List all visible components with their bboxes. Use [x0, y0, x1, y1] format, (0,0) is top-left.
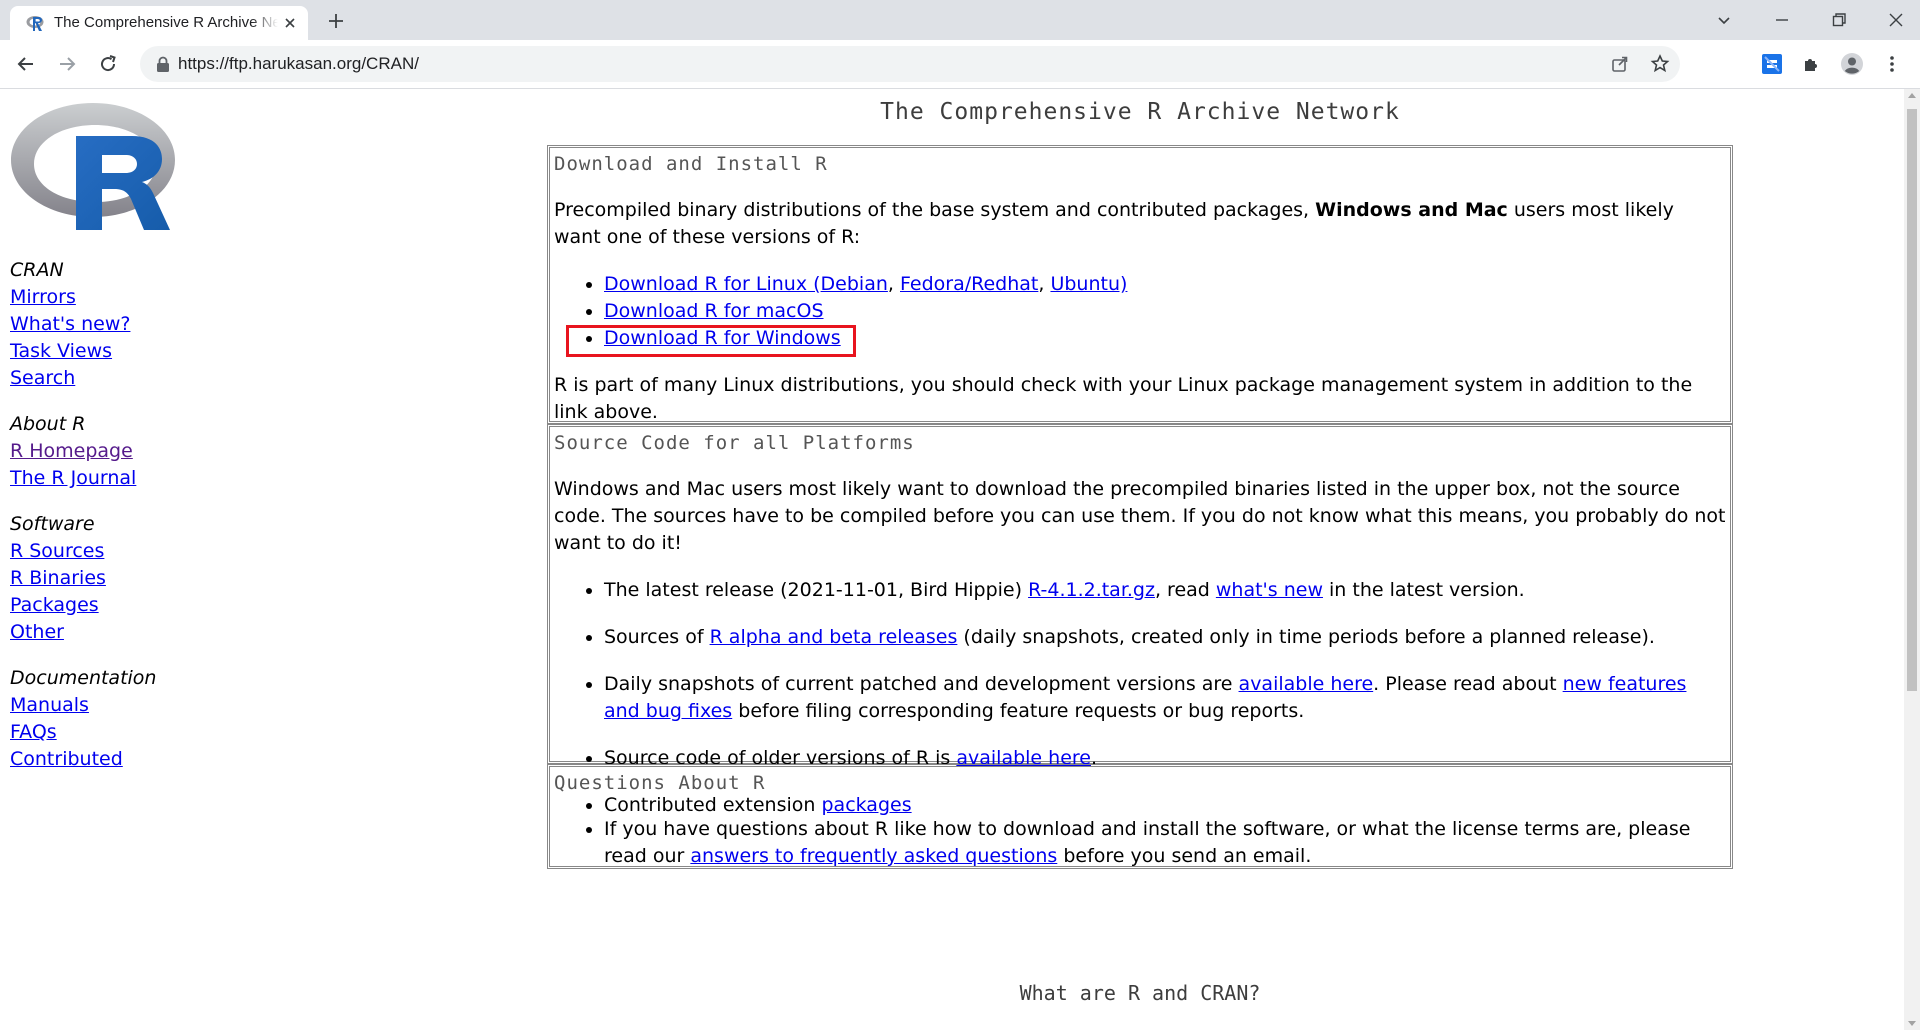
snapshots-available-link[interactable]: available here	[1239, 673, 1374, 695]
alpha-beta-link[interactable]: R alpha and beta releases	[710, 626, 958, 648]
page-title: The Comprehensive R Archive Network	[880, 99, 1400, 125]
sidebar-link-mirrors[interactable]: Mirrors	[10, 284, 156, 311]
sidebar-link-search[interactable]: Search	[10, 365, 156, 392]
sidebar-link-r-binaries[interactable]: R Binaries	[10, 565, 156, 592]
share-icon[interactable]	[1608, 52, 1632, 76]
list-item: Download R for macOS	[604, 298, 1726, 325]
sidebar-link-contributed[interactable]: Contributed	[10, 746, 156, 773]
restore-icon[interactable]	[1827, 8, 1851, 32]
scroll-down-arrow-icon[interactable]	[1908, 1021, 1916, 1026]
scroll-up-arrow-icon[interactable]	[1908, 93, 1916, 98]
sidebar-link-other[interactable]: Other	[10, 619, 156, 646]
back-arrow-icon[interactable]	[14, 52, 38, 76]
download-note: R is part of many Linux distributions, y…	[554, 374, 1693, 423]
sidebar-link-whats-new[interactable]: What's new?	[10, 311, 156, 338]
scrollbar-thumb[interactable]	[1907, 109, 1917, 691]
list-item: The latest release (2021-11-01, Bird Hip…	[604, 577, 1726, 604]
linux-open-paren[interactable]: (	[807, 273, 820, 295]
sidebar-link-packages[interactable]: Packages	[10, 592, 156, 619]
address-bar[interactable]: https://ftp.harukasan.org/CRAN/	[140, 46, 1680, 82]
tab-strip: The Comprehensive R Archive Network	[0, 0, 1920, 40]
sidebar-link-task-views[interactable]: Task Views	[10, 338, 156, 365]
sidebar-group-cran: CRAN Mirrors What's new? Task Views Sear…	[10, 257, 156, 392]
item-text: . Please read about	[1373, 673, 1563, 695]
item-text: in the latest version.	[1322, 579, 1525, 601]
item-text: (daily snapshots, created only in time p…	[957, 626, 1655, 648]
extensions-puzzle-icon[interactable]	[1800, 52, 1824, 76]
source-section: Source Code for all Platforms Windows an…	[547, 424, 1733, 816]
sidebar-group-software: Software R Sources R Binaries Packages O…	[10, 511, 156, 646]
reload-icon[interactable]	[96, 52, 120, 76]
item-text: before filing corresponding feature requ…	[732, 700, 1305, 722]
item-text: , read	[1154, 579, 1216, 601]
browser-tab[interactable]: The Comprehensive R Archive Network	[10, 6, 308, 40]
item-text: before you send an email.	[1057, 845, 1312, 867]
sidebar-heading: CRAN	[10, 259, 64, 281]
scrollbar[interactable]	[1904, 89, 1920, 1030]
intro-text: Precompiled binary distributions of the …	[554, 199, 1316, 221]
menu-kebab-icon[interactable]	[1880, 52, 1904, 76]
sidebar-heading: Software	[10, 513, 95, 535]
list-item: Download R for Linux (Debian, Fedora/Red…	[604, 271, 1726, 298]
questions-heading: Questions About R	[554, 772, 766, 794]
close-window-icon[interactable]	[1884, 8, 1908, 32]
browser-toolbar: https://ftp.harukasan.org/CRAN/	[0, 40, 1920, 89]
item-text: The latest release (2021-11-01, Bird Hip…	[604, 579, 1029, 601]
intro-bold-text: Windows and Mac	[1315, 199, 1508, 221]
annotation-highlight	[566, 325, 856, 357]
r-tarball-link[interactable]: R-4.1.2.tar.gz	[1028, 579, 1155, 601]
r-logo-icon[interactable]	[10, 101, 176, 232]
sidebar-nav: CRAN Mirrors What's new? Task Views Sear…	[10, 257, 156, 792]
separator: ,	[1038, 273, 1051, 295]
download-linux-link[interactable]: Download R for Linux	[604, 273, 807, 295]
source-intro: Windows and Mac users most likely want t…	[554, 478, 1726, 554]
questions-section: Questions About R If you have questions …	[547, 764, 1733, 869]
whats-new-link[interactable]: what's new	[1216, 579, 1323, 601]
sidebar-link-r-sources[interactable]: R Sources	[10, 538, 156, 565]
sidebar-link-r-journal[interactable]: The R Journal	[10, 465, 156, 492]
sidebar-link-r-homepage[interactable]: R Homepage	[10, 438, 156, 465]
tab-title: The Comprehensive R Archive Network	[54, 14, 278, 31]
download-heading: Download and Install R	[554, 153, 828, 175]
extension-app-icon[interactable]	[1760, 52, 1784, 76]
ubuntu-link[interactable]: Ubuntu)	[1050, 273, 1127, 295]
item-text: Daily snapshots of current patched and d…	[604, 673, 1239, 695]
bookmark-star-icon[interactable]	[1648, 52, 1672, 76]
download-macos-link[interactable]: Download R for macOS	[604, 300, 824, 322]
debian-link[interactable]: Debian	[821, 273, 888, 295]
sidebar-group-documentation: Documentation Manuals FAQs Contributed	[10, 665, 156, 773]
new-tab-icon[interactable]	[324, 9, 348, 33]
fedora-link[interactable]: Fedora/Redhat	[900, 273, 1038, 295]
download-intro: Precompiled binary distributions of the …	[554, 197, 1726, 251]
list-item: If you have questions about R like how t…	[604, 816, 1726, 870]
r-favicon-icon	[26, 16, 44, 31]
item-text: Sources of	[604, 626, 710, 648]
sidebar-link-faqs[interactable]: FAQs	[10, 719, 156, 746]
close-tab-icon[interactable]	[282, 15, 298, 31]
page-viewport: CRAN Mirrors What's new? Task Views Sear…	[0, 89, 1904, 1030]
sidebar-group-about-r: About R R Homepage The R Journal	[10, 411, 156, 492]
sidebar-heading: Documentation	[10, 667, 157, 689]
tab-search-icon[interactable]	[1712, 8, 1736, 32]
download-section: Download and Install R Precompiled binar…	[547, 145, 1733, 424]
list-item: Sources of R alpha and beta releases (da…	[604, 624, 1726, 651]
minimize-icon[interactable]	[1770, 8, 1794, 32]
sidebar-heading: About R	[10, 413, 86, 435]
separator: ,	[887, 273, 900, 295]
forward-arrow-icon[interactable]	[55, 52, 79, 76]
profile-avatar-icon[interactable]	[1840, 52, 1864, 76]
what-are-r-heading: What are R and CRAN?	[1019, 981, 1261, 1005]
lock-icon[interactable]	[156, 56, 170, 72]
sidebar-link-manuals[interactable]: Manuals	[10, 692, 156, 719]
faq-link[interactable]: answers to frequently asked questions	[690, 845, 1057, 867]
list-item: Daily snapshots of current patched and d…	[604, 671, 1726, 725]
url-text[interactable]: https://ftp.harukasan.org/CRAN/	[178, 54, 419, 74]
questions-list: If you have questions about R like how t…	[554, 816, 1726, 870]
source-heading: Source Code for all Platforms	[554, 432, 915, 454]
